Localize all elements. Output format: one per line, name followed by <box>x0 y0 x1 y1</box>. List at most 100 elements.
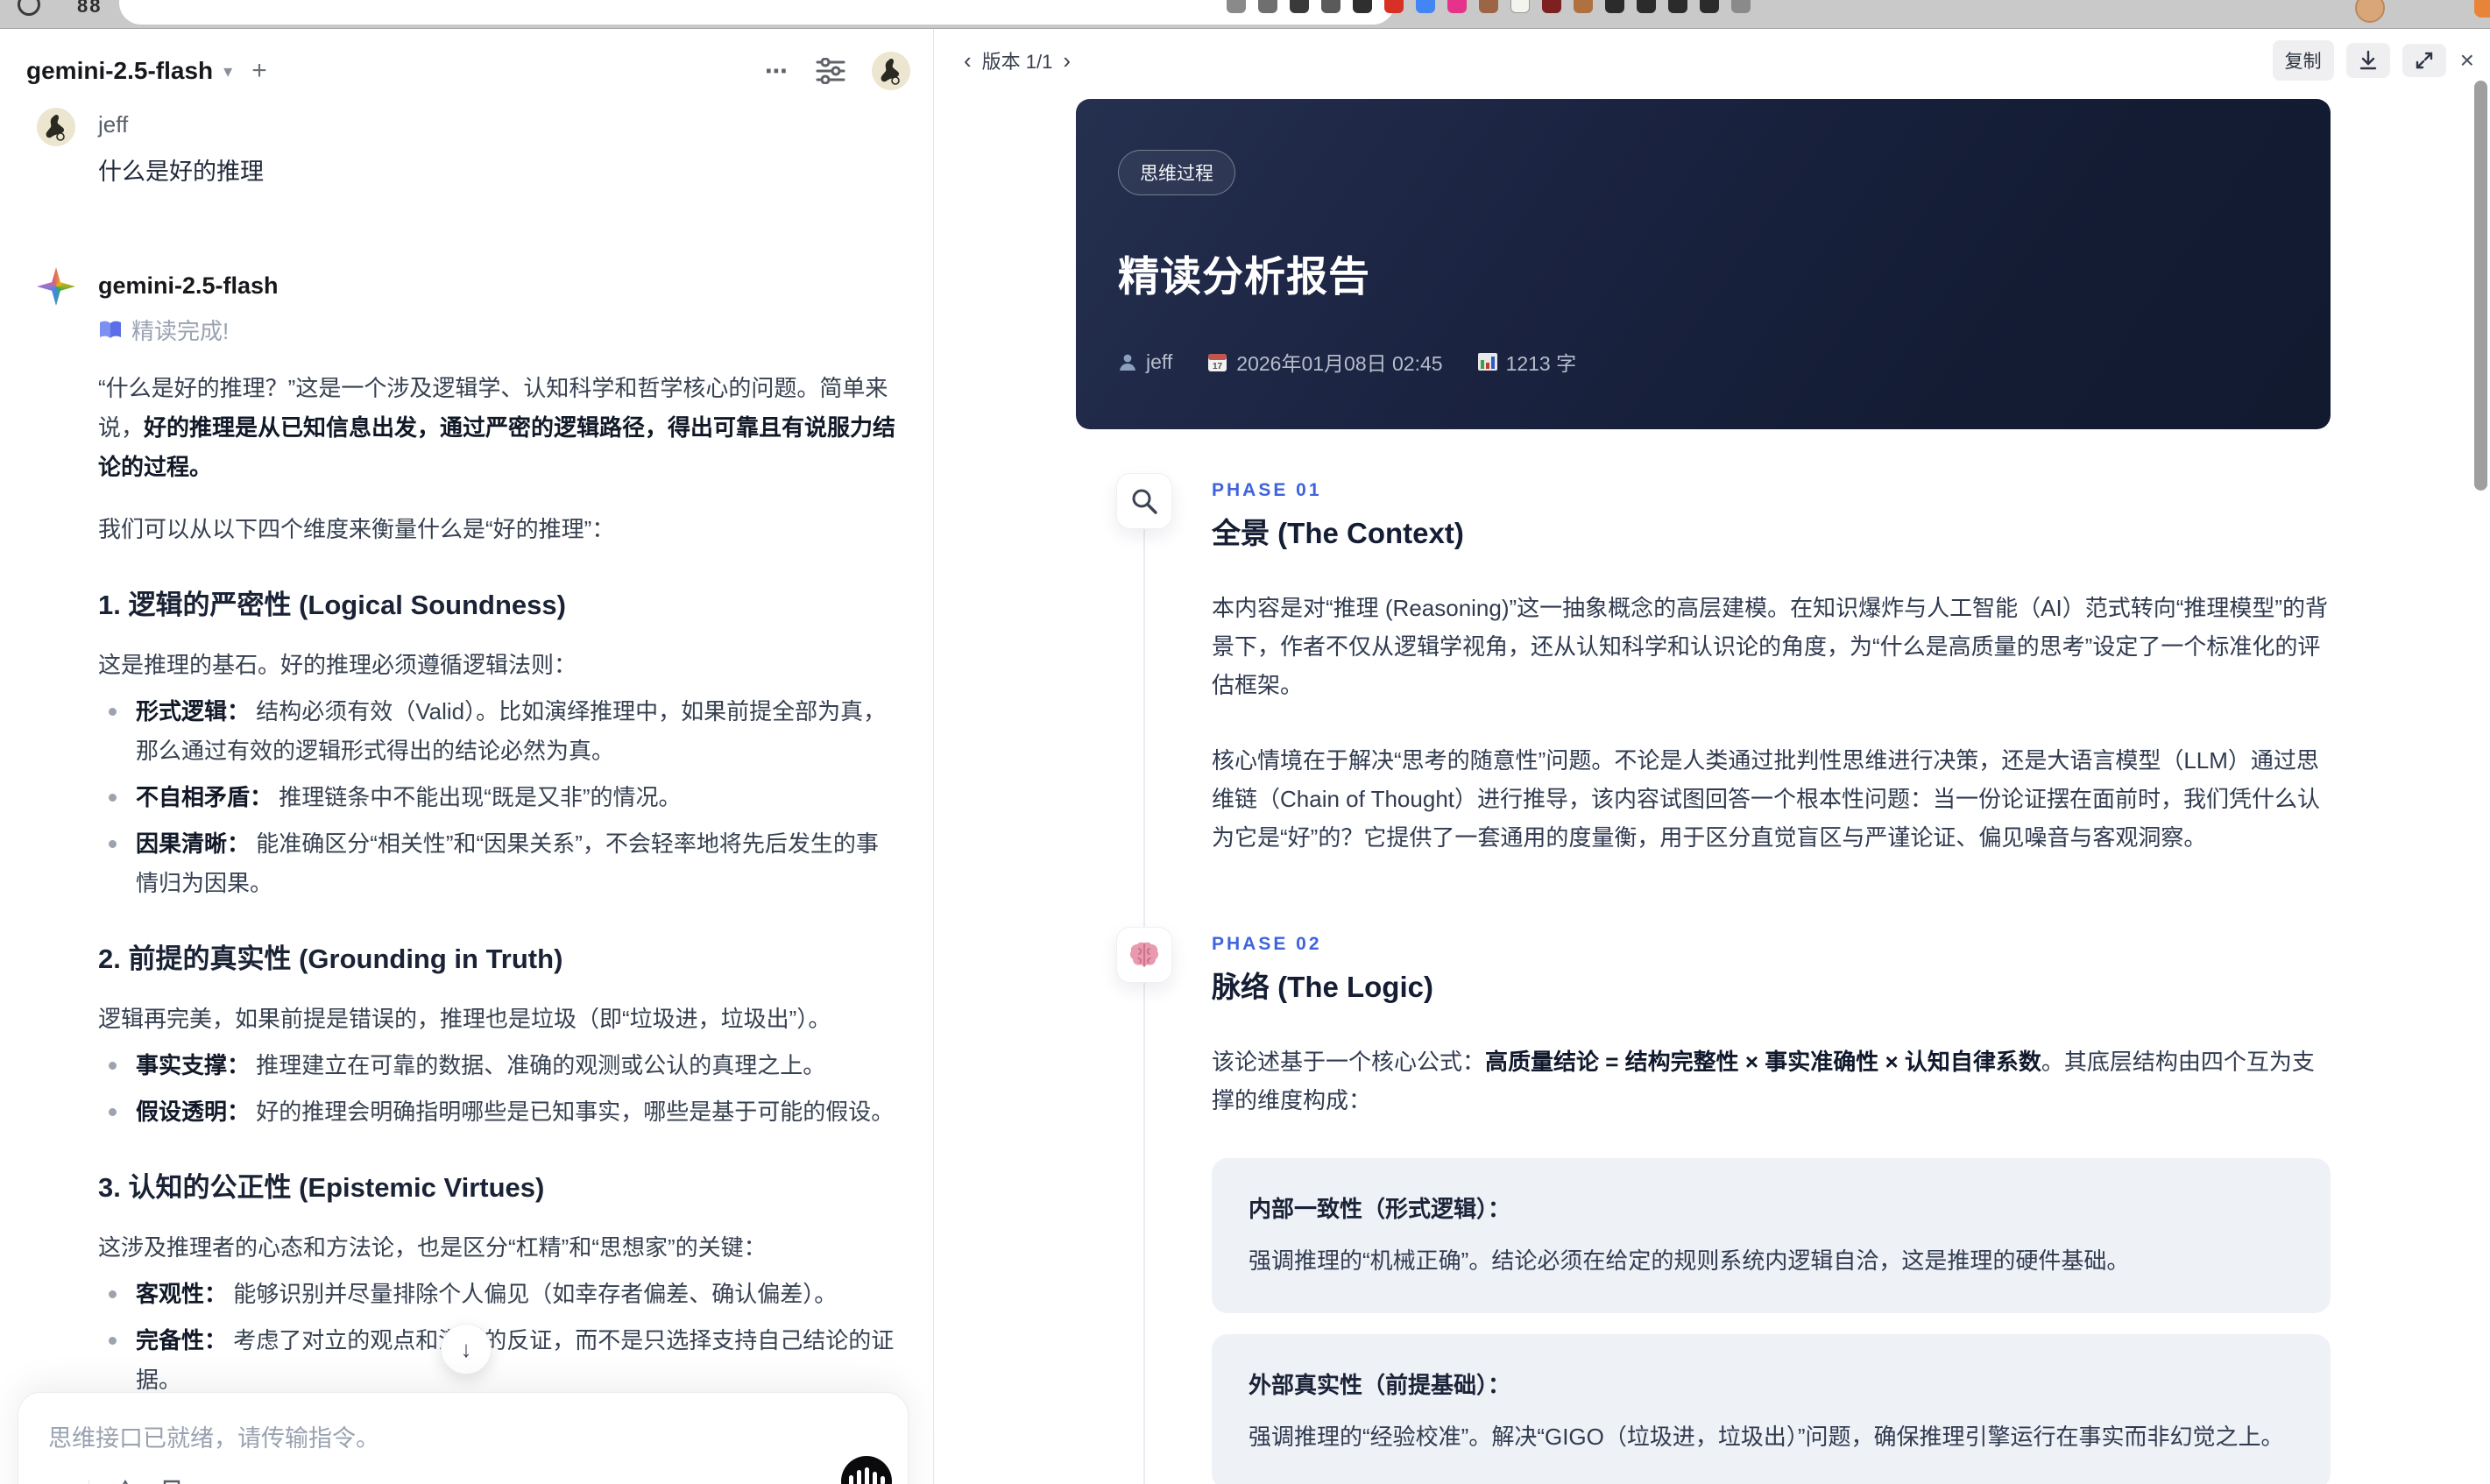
chat-bullet-item: 客观性： 能够识别并尽量排除个人偏见（如幸存者偏差、确认偏差）。 <box>98 1275 898 1314</box>
svg-text:17: 17 <box>1213 362 1223 371</box>
extension-icon[interactable] <box>1290 0 1309 13</box>
browser-profile-avatar[interactable] <box>2355 0 2385 23</box>
person-icon <box>1118 352 1137 371</box>
phase-title: 脉络 (The Logic) <box>1212 971 1433 1003</box>
chat-bullet-item: 因果清晰： 能准确区分“相关性”和“因果关系”，不会轻率地将先后发生的事情归为因… <box>98 824 898 903</box>
card-title: 内部一致性（形式逻辑）： <box>1249 1196 1511 1222</box>
model-selector[interactable]: gemini-2.5-flash <box>26 57 213 85</box>
extension-icon[interactable] <box>1258 0 1277 13</box>
browser-toolbar: 88 · · | · · · · · · · · · · | · · <box>0 0 2490 29</box>
info-cards: 内部一致性（形式逻辑）： 强调推理的“机械正确”。结论必须在给定的规则系统内逻辑自… <box>1212 1158 2331 1484</box>
phase-paragraph: 核心情境在于解决“思考的随意性”问题。不论是人类通过批判性思维进行决策，还是大语… <box>1212 747 2321 851</box>
user-name: jeff <box>98 111 129 138</box>
wordcount-meta: 1213 字 <box>1477 347 1577 377</box>
phase-section: PHASE 02 脉络 (The Logic) 该论述基于一个核心公式：高质量结论 … <box>1076 927 2331 1484</box>
chat-paragraph: “什么是好的推理？”这是一个涉及逻辑学、认知科学和哲学核心的问题。简单来说，好的… <box>98 375 896 480</box>
extension-icon[interactable] <box>1700 0 1719 13</box>
bullet-text: 假设透明： 好的推理会明确指明哪些是已知事实，哪些是基于可能的假设。 <box>136 1099 895 1125</box>
version-prev-icon[interactable]: ‹ <box>955 47 980 74</box>
bullet-text: 不自相矛盾： 推理链条中不能出现“既是又非”的情况。 <box>136 784 682 810</box>
bullet-dot-icon <box>109 1337 117 1345</box>
magnifier-icon <box>1116 473 1172 529</box>
chat-bullet-item: 事实支撑： 推理建立在可靠的数据、准确的观测或公认的真理之上。 <box>98 1046 898 1085</box>
hero-badge: 思维过程 <box>1118 150 1235 195</box>
phase-section: PHASE 01 全景 (The Context) 本内容是对“推理 (Reason… <box>1076 473 2331 857</box>
composer-placeholder[interactable]: 思维接口已就绪，请传输指令。 <box>48 1419 878 1453</box>
extension-icon[interactable] <box>1416 0 1435 13</box>
bullet-text: 完备性： 考虑了对立的观点和潜在的反证，而不是只选择支持自己结论的证据。 <box>136 1327 895 1393</box>
report-hero-card: 思维过程 精读分析报告 jeff 17 2026年01月08日 02:45 12… <box>1076 99 2331 429</box>
phase-body: 该论述基于一个核心公式：高质量结论 = 结构完整性 × 事实准确性 × 认知自律… <box>1212 1042 2331 1120</box>
scrollbar-thumb[interactable] <box>2474 81 2487 491</box>
chat-bullet-item: 完备性： 考虑了对立的观点和潜在的反证，而不是只选择支持自己结论的证据。 <box>98 1321 898 1400</box>
user-avatar <box>37 108 75 146</box>
extension-icon[interactable] <box>1574 0 1593 13</box>
bullet-text: 客观性： 能够识别并尽量排除个人偏见（如幸存者偏差、确认偏差）。 <box>136 1281 838 1307</box>
author-meta: jeff <box>1118 350 1172 374</box>
bullet-text: 因果清晰： 能准确区分“相关性”和“因果关系”，不会轻率地将先后发生的事情归为因… <box>136 830 879 896</box>
user-message-text: 什么是好的推理 <box>98 159 264 185</box>
bullet-text: 事实支撑： 推理建立在可靠的数据、准确的观测或公认的真理之上。 <box>136 1052 826 1078</box>
settings-sliders-icon[interactable] <box>816 58 845 84</box>
assistant-name: gemini-2.5-flash <box>98 272 279 299</box>
expand-icon[interactable] <box>2402 44 2446 77</box>
assistant-message: gemini-2.5-flash 精读完成! “什么是好的推理？”这是一个涉及逻… <box>37 267 907 1484</box>
close-icon[interactable]: × <box>2458 46 2479 74</box>
card-title: 外部真实性（前提基础）： <box>1249 1372 1511 1398</box>
chat-bullet-list: 事实支撑： 推理建立在可靠的数据、准确的观测或公认的真理之上。假设透明： 好的推… <box>98 1046 898 1132</box>
chevron-down-icon[interactable]: ▾ <box>223 60 232 82</box>
extension-icon[interactable] <box>1479 0 1498 13</box>
extension-icon[interactable] <box>1668 0 1687 13</box>
info-card: 外部真实性（前提基础）： 强调推理的“经验校准”。解决“GIGO（垃圾进，垃圾出）… <box>1212 1334 2331 1484</box>
extension-icon[interactable] <box>1605 0 1624 13</box>
user-message: jeff 什么是好的推理 <box>37 108 907 187</box>
extension-icon[interactable] <box>1447 0 1467 13</box>
bullet-dot-icon <box>109 1290 117 1298</box>
extension-icons-row <box>1227 0 1751 13</box>
composer-toolbar: + <box>48 1475 182 1484</box>
report-meta: jeff 17 2026年01月08日 02:45 1213 字 <box>1118 347 2288 377</box>
word-count: 1213 字 <box>1505 352 1577 375</box>
scroll-to-bottom-button[interactable]: ↓ <box>441 1324 492 1374</box>
message-composer[interactable]: 思维接口已就绪，请传输指令。 + <box>18 1392 909 1484</box>
user-avatar[interactable] <box>872 52 910 90</box>
extension-icon[interactable] <box>1731 0 1751 13</box>
version-next-icon[interactable]: › <box>1054 47 1079 74</box>
chat-heading: 2. 前提的真实性 (Grounding in Truth) <box>98 943 563 974</box>
sparkle-diamond-icon[interactable] <box>112 1479 138 1484</box>
extension-icon[interactable] <box>1510 0 1530 13</box>
voice-input-button[interactable] <box>841 1456 892 1484</box>
reload-icon[interactable] <box>18 0 40 16</box>
chat-heading: 3. 认知的公正性 (Epistemic Virtues) <box>98 1172 545 1203</box>
artifact-panel: ‹ 版本 1/1 › 复制 × 思维过程 精读分析报告 jeff 17 2026… <box>934 29 2490 1484</box>
extension-icon[interactable] <box>1353 0 1372 13</box>
new-chat-button[interactable]: + <box>251 56 267 86</box>
attach-plus-button[interactable]: + <box>48 1475 66 1484</box>
address-bar[interactable]: · · | · · · · · · · · · · | · · <box>119 0 1395 25</box>
chat-paragraph: 我们可以从以下四个维度来衡量什么是“好的推理”： <box>98 516 615 542</box>
download-icon[interactable] <box>2345 43 2390 78</box>
bookmark-icon[interactable] <box>161 1480 182 1484</box>
tab-grid-icon[interactable]: 88 <box>77 0 107 17</box>
bullet-dot-icon <box>109 708 117 716</box>
more-options-icon[interactable]: ⋯ <box>765 58 789 85</box>
bullet-dot-icon <box>109 840 117 848</box>
extension-icon[interactable] <box>1384 0 1404 13</box>
chat-paragraph: 这涉及推理者的心态和方法论，也是区分“杠精”和“思想家”的关键： <box>98 1234 767 1261</box>
phase-number: PHASE 01 <box>1212 480 1322 500</box>
report-title: 精读分析报告 <box>1118 253 1370 300</box>
extension-icon[interactable] <box>1637 0 1656 13</box>
extension-icon[interactable] <box>1227 0 1246 13</box>
calendar-icon: 17 <box>1207 352 1227 372</box>
phase-paragraph: 本内容是对“推理 (Reasoning)”这一抽象概念的高层建模。在知识爆炸与人… <box>1212 595 2329 698</box>
copy-button[interactable]: 复制 <box>2272 40 2334 81</box>
brain-icon <box>1116 927 1172 983</box>
card-text: 强调推理的“经验校准”。解决“GIGO（垃圾进，垃圾出）”问题，确保推理引擎运行… <box>1249 1424 2284 1450</box>
bar-chart-icon <box>1477 352 1497 371</box>
browser-corner-icon[interactable] <box>2474 0 2490 18</box>
extension-icon[interactable] <box>1321 0 1340 13</box>
extension-icon[interactable] <box>1542 0 1561 13</box>
chat-paragraph: 逻辑再完美，如果前提是错误的，推理也是垃圾（即“垃圾进，垃圾出”）。 <box>98 1006 831 1032</box>
divider <box>88 1479 89 1484</box>
bullet-dot-icon <box>109 1108 117 1116</box>
